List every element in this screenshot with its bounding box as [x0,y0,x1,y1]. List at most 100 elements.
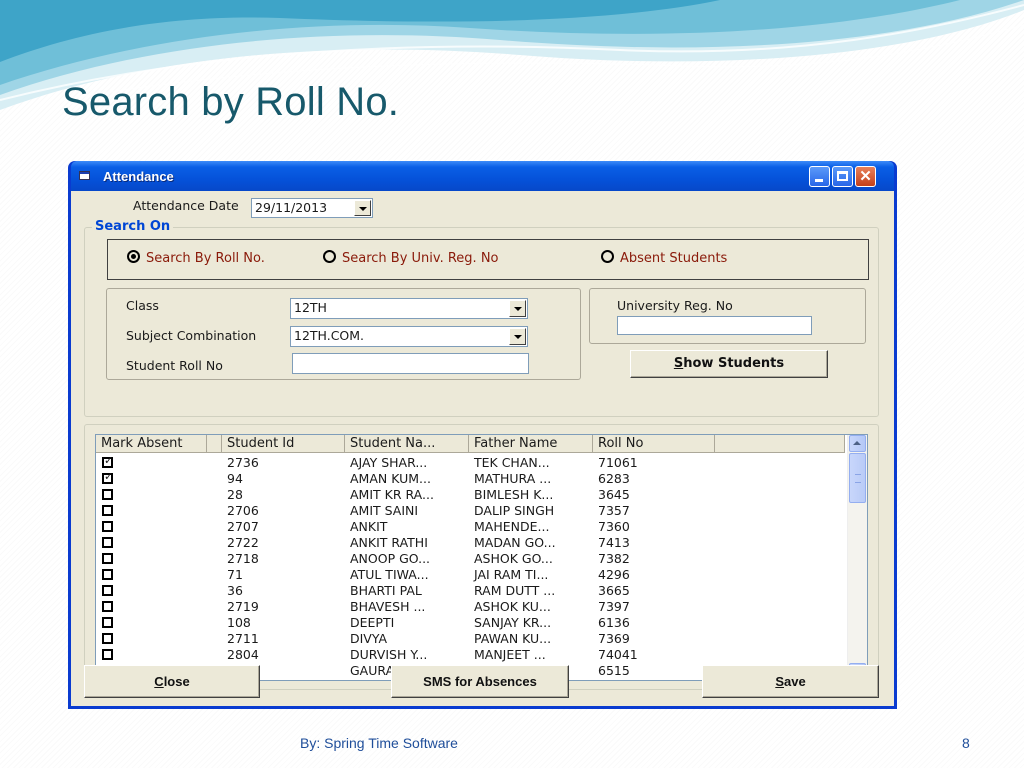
cell-id: 94 [227,471,243,486]
checkbox-unchecked-icon[interactable] [102,569,113,580]
checkbox-unchecked-icon[interactable] [102,633,113,644]
column-header-student-id[interactable]: Student Id [222,435,345,453]
cell-name: DIVYA [350,631,388,646]
dropdown-arrow-icon[interactable] [509,300,526,317]
checkbox-checked-icon[interactable]: ✓ [102,470,114,484]
cell-father: MADAN GO... [474,535,556,550]
slide-title: Search by Roll No. [62,80,400,124]
class-dropdown[interactable]: 12TH [290,298,528,319]
cell-father: BIMLESH K... [474,487,554,502]
minimize-icon [815,179,823,182]
cell-roll: 7360 [598,519,630,534]
sms-for-absences-button[interactable]: SMS for Absences [391,665,569,698]
save-button[interactable]: Save [702,665,879,698]
table-row[interactable]: 2718 ANOOP GO... ASHOK GO... 7382 [96,551,845,567]
cell-name: ANKIT RATHI [350,535,428,550]
class-label: Class [126,298,159,313]
show-students-button[interactable]: Show Students [630,350,828,378]
student-roll-input[interactable] [292,353,529,374]
checkbox-unchecked-icon[interactable] [102,601,113,612]
cell-id: 36 [227,583,243,598]
checkmark-icon: ✓ [104,470,114,483]
table-row[interactable]: ✓ 2736 AJAY SHAR... TEK CHAN... 71061 [96,455,845,471]
table-row[interactable]: 2804 DURVISH Y... MANJEET ... 74041 [96,647,845,663]
window-title: Attendance [103,169,174,184]
close-icon: ✕ [859,168,872,185]
grid-header: Mark Absent Student Id Student Na... Fat… [96,435,845,453]
checkbox-unchecked-icon[interactable] [102,649,113,660]
cell-roll: 3645 [598,487,630,502]
attendance-date-value: 29/11/2013 [255,200,328,215]
checkbox-unchecked-icon[interactable] [102,521,113,532]
attendance-date-label: Attendance Date [133,198,239,213]
table-row[interactable]: ✓ 94 AMAN KUM... MATHURA ... 6283 [96,471,845,487]
table-row[interactable]: 36 BHARTI PAL RAM DUTT ... 3665 [96,583,845,599]
cell-roll: 7369 [598,631,630,646]
cell-father: DALIP SINGH [474,503,555,518]
table-row[interactable]: 2711 DIVYA PAWAN KU... 7369 [96,631,845,647]
cell-father: MANJEET ... [474,647,546,662]
close-button[interactable]: Close [84,665,260,698]
cell-roll: 71061 [598,455,638,470]
table-row[interactable]: 28 AMIT KR RA... BIMLESH K... 3645 [96,487,845,503]
checkbox-unchecked-icon[interactable] [102,489,113,500]
cell-id: 2707 [227,519,259,534]
attendance-window: Attendance ✕ Attendance Date 29/11/2013 … [68,161,897,709]
window-client-area: Attendance Date 29/11/2013 Search On Sea… [71,191,894,706]
cell-id: 28 [227,487,243,502]
students-grid[interactable]: Mark Absent Student Id Student Na... Fat… [95,434,868,681]
grid-vertical-scrollbar[interactable] [847,435,867,680]
maximize-button[interactable] [832,166,853,187]
cell-name: ANOOP GO... [350,551,431,566]
radio-selected-icon [127,250,140,263]
checkbox-unchecked-icon[interactable] [102,553,113,564]
table-row[interactable]: 2719 BHAVESH ... ASHOK KU... 7397 [96,599,845,615]
cell-roll: 7382 [598,551,630,566]
radio-search-by-univ-reg[interactable]: Search By Univ. Reg. No [323,250,499,266]
cell-roll: 6136 [598,615,630,630]
table-row[interactable]: 108 DEEPTI SANJAY KR... 6136 [96,615,845,631]
search-on-label: Search On [92,219,174,234]
scrollbar-thumb[interactable] [849,453,866,503]
radio-search-by-roll[interactable]: Search By Roll No. [127,250,265,266]
class-value: 12TH [294,300,327,315]
table-row[interactable]: 2722 ANKIT RATHI MADAN GO... 7413 [96,535,845,551]
cell-roll: 74041 [598,647,638,662]
minimize-button[interactable] [809,166,830,187]
checkbox-checked-icon[interactable]: ✓ [102,455,113,468]
cell-name: BHAVESH ... [350,599,426,614]
checkbox-unchecked-icon[interactable] [102,617,113,628]
cell-father: SANJAY KR... [474,615,552,630]
window-titlebar[interactable]: Attendance ✕ [71,161,894,191]
cell-father: PAWAN KU... [474,631,552,646]
cell-id: 2706 [227,503,259,518]
cell-father: RAM DUTT ... [474,583,556,598]
column-header-empty [715,435,845,453]
attendance-date-picker[interactable]: 29/11/2013 [251,198,373,218]
cell-id: 2804 [227,647,259,662]
cell-roll: 6283 [598,471,630,486]
cell-id: 2711 [227,631,259,646]
column-header-mark-absent[interactable]: Mark Absent [96,435,207,453]
maximize-icon [837,171,848,181]
cell-name: DEEPTI [350,615,395,630]
univ-reg-input[interactable] [617,316,812,335]
scroll-up-arrow-icon[interactable] [849,435,866,452]
column-header-father-name[interactable]: Father Name [469,435,593,453]
cell-name: AMAN KUM... [350,471,431,486]
dropdown-arrow-icon[interactable] [354,200,371,216]
checkbox-unchecked-icon[interactable] [102,537,113,548]
column-header-roll-no[interactable]: Roll No [593,435,715,453]
window-close-button[interactable]: ✕ [855,166,876,187]
checkbox-unchecked-icon[interactable] [102,505,113,516]
table-row[interactable]: 2706 AMIT SAINI DALIP SINGH 7357 [96,503,845,519]
cell-father: ASHOK GO... [474,551,553,566]
dropdown-arrow-icon[interactable] [509,328,526,345]
checkbox-unchecked-icon[interactable] [102,585,113,596]
radio-absent-students[interactable]: Absent Students [601,250,727,266]
table-row[interactable]: 71 ATUL TIWA... JAI RAM TI... 4296 [96,567,845,583]
table-row[interactable]: 2707 ANKIT MAHENDE... 7360 [96,519,845,535]
column-header-student-name[interactable]: Student Na... [345,435,469,453]
subject-combination-value: 12TH.COM. [294,328,365,343]
subject-combination-dropdown[interactable]: 12TH.COM. [290,326,528,347]
